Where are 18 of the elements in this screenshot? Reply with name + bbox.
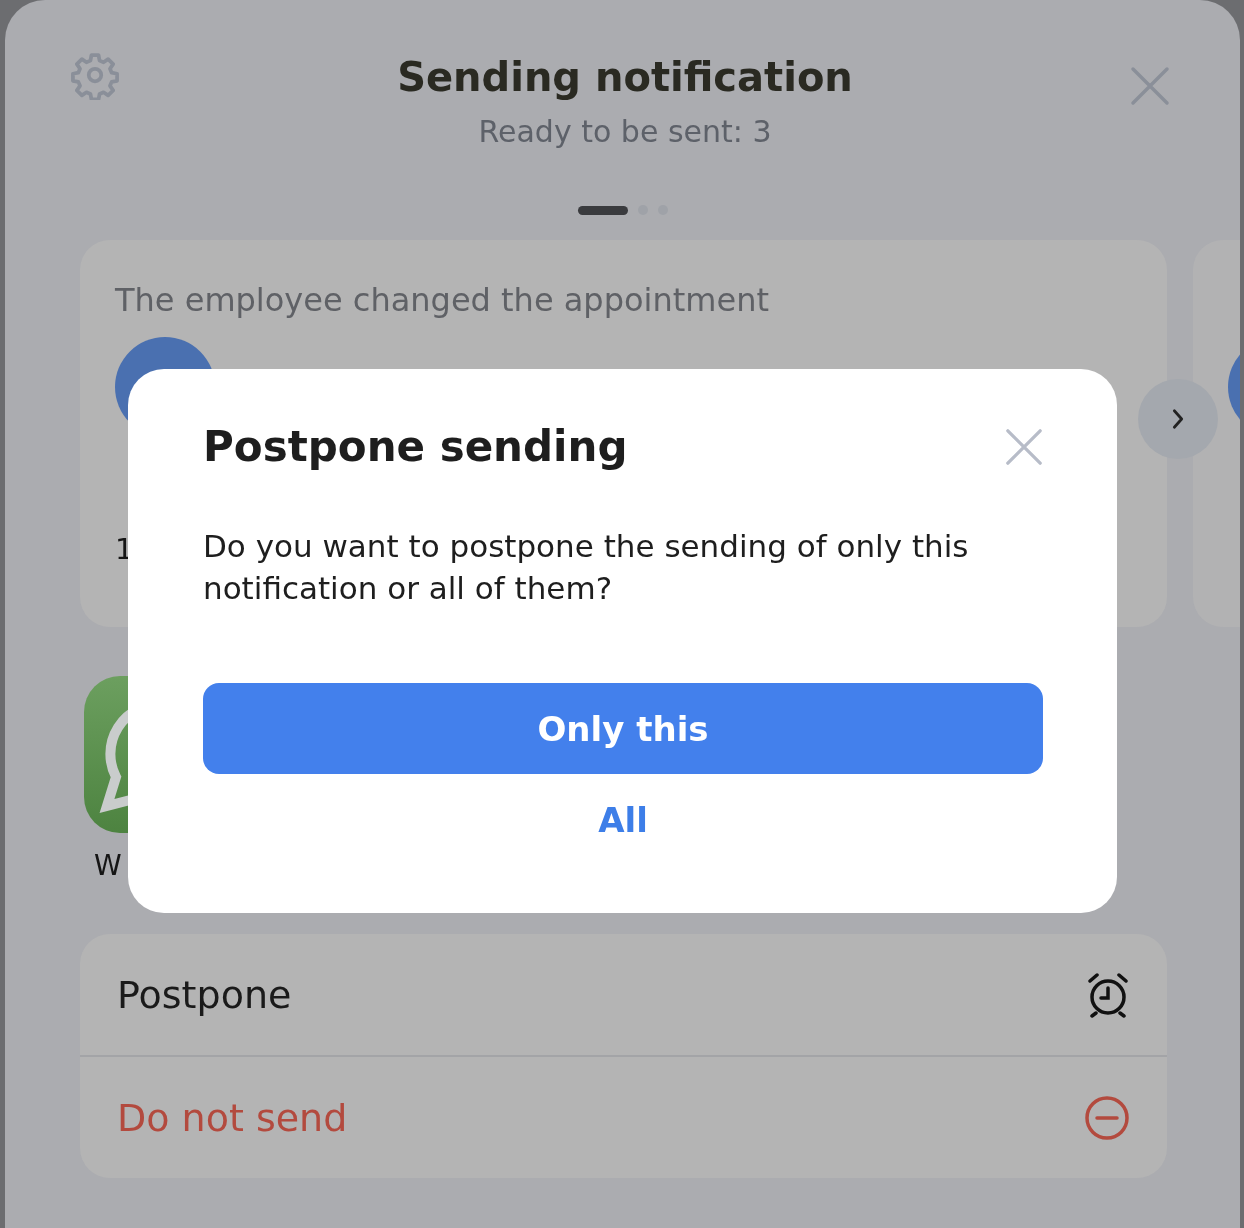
dialog-title: Postpone sending [203, 421, 628, 473]
sheet-subtitle: Ready to be sent: 3 [478, 113, 772, 151]
card-title: The employee changed the appointment [115, 280, 770, 321]
alarm-clock-icon [1086, 971, 1130, 1018]
close-icon[interactable] [1005, 428, 1043, 466]
chevron-right-icon [1171, 408, 1185, 430]
action-label: Do not send [117, 1095, 348, 1140]
channel-label: W [94, 849, 122, 882]
action-item[interactable]: Do not send [80, 1055, 1167, 1178]
dialog-message: Do you want to postpone the sending of only this notification or all of them? [203, 527, 970, 608]
action-item[interactable]: Postpone [80, 934, 1167, 1055]
settings-icon[interactable] [70, 50, 120, 100]
close-icon[interactable] [1130, 66, 1170, 106]
sheet-title: Sending notification [397, 53, 853, 102]
action-label: Postpone [117, 972, 292, 1017]
minus-circle-icon [1084, 1094, 1130, 1141]
all-link[interactable]: All [590, 796, 656, 844]
only-this-button[interactable]: Only this [203, 683, 1043, 774]
